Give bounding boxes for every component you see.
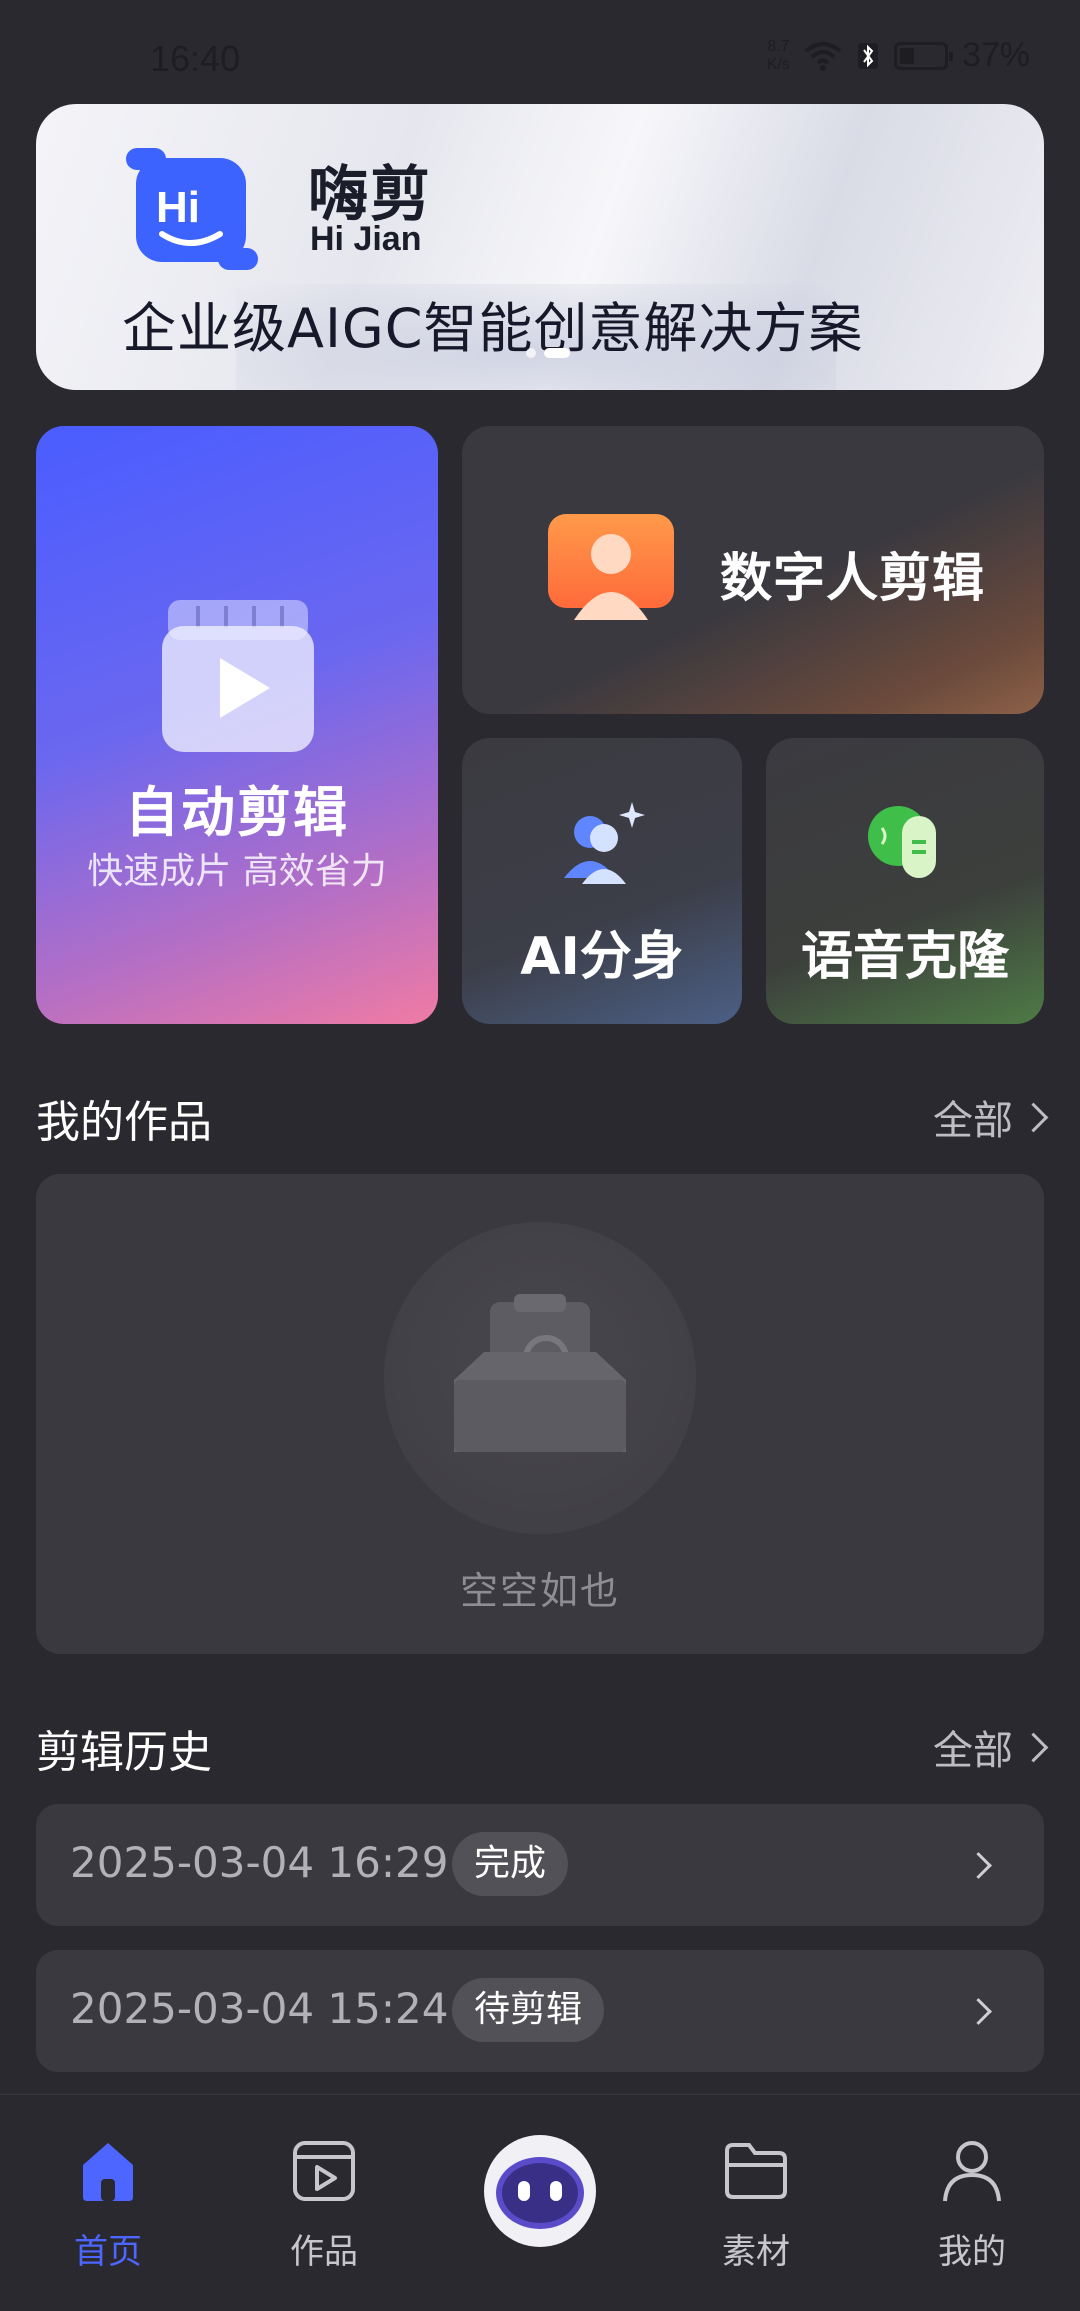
bottom-tab-bar: 首页 作品 素材 我的 [0,2094,1080,2311]
battery-level: 37% [961,36,1030,74]
tab-materials[interactable]: 素材 [686,2135,826,2273]
tab-works-label: 作品 [290,2232,358,2272]
chevron-right-icon [965,1998,992,2025]
net-speed-unit: K/s [766,55,790,73]
chevron-right-icon [1018,1732,1049,1762]
works-view-all-link[interactable]: 全部 [933,1088,1049,1146]
works-empty-panel: 空空如也 [36,1174,1044,1654]
history-section-title: 剪辑历史 [36,1727,212,1778]
status-badge: 完成 [452,1832,569,1896]
tab-works[interactable]: 作品 [254,2135,394,2273]
digital-human-title: 数字人剪辑 [720,549,986,609]
history-view-all-label: 全部 [933,1728,1013,1774]
chevron-right-icon [965,1852,992,1879]
carousel-dot [526,348,536,358]
empty-state-text: 空空如也 [459,1569,620,1613]
status-icons: 8.7 K/s 37% [767,36,1030,75]
net-speed-value: 8.7 [767,37,790,55]
tab-profile[interactable]: 我的 [902,2135,1042,2273]
works-section-title: 我的作品 [36,1097,212,1148]
status-time: 16:40 [150,38,241,79]
promo-banner[interactable]: Hi 嗨剪 Hi Jian 企业级AIGC智能创意解决方案 [36,104,1044,390]
tab-home[interactable]: 首页 [38,2135,178,2273]
logo-english: Hi Jian [310,220,422,258]
empty-illustration [384,1222,696,1534]
digital-human-icon [548,514,674,620]
battery-icon [893,41,953,70]
hijian-logo-icon: Hi [126,148,258,270]
ai-clone-card[interactable]: AI分身 [462,738,742,1024]
history-row[interactable]: 2025-03-04 16:29 完成 [36,1804,1044,1926]
robot-assistant-icon[interactable] [482,2133,598,2249]
voice-clone-card[interactable]: 语音克隆 [766,738,1044,1024]
history-row[interactable]: 2025-03-04 15:24 待剪辑 [36,1950,1044,2072]
empty-inbox-icon [454,1294,626,1452]
voice-clone-title: 语音克隆 [800,927,1009,987]
tab-materials-label: 素材 [722,2232,790,2272]
history-date: 2025-03-04 16:29 [70,1838,449,1887]
carousel-dot-active [544,348,570,358]
carousel-indicator [526,348,570,358]
net-speed: 8.7 K/s [767,38,790,74]
svg-text:Hi: Hi [156,183,200,232]
ai-avatar-icon [564,802,645,884]
status-badge: 待剪辑 [452,1978,605,2042]
status-bar: 16:40 8.7 K/s 37% [0,0,1080,100]
tab-home-label: 首页 [74,2232,142,2272]
banner-slogan: 企业级AIGC智能创意解决方案 [122,297,864,360]
wifi-icon [804,41,842,71]
history-date: 2025-03-04 15:24 [70,1984,449,2033]
bluetooth-icon [857,42,878,69]
auto-edit-card[interactable]: 自动剪辑 快速成片 高效省力 [36,426,438,1024]
chevron-right-icon [1018,1102,1049,1132]
voice-icon [868,806,936,878]
auto-edit-subtitle: 快速成片 高效省力 [87,851,387,892]
user-icon [943,2141,1001,2202]
tab-profile-label: 我的 [938,2232,1006,2272]
auto-edit-title: 自动剪辑 [125,781,349,844]
works-icon [293,2141,355,2201]
folder-icon [725,2143,787,2199]
history-view-all-link[interactable]: 全部 [933,1718,1049,1776]
home-icon [83,2143,133,2201]
digital-human-card[interactable]: 数字人剪辑 [462,426,1044,714]
ai-clone-title: AI分身 [520,927,684,987]
works-view-all-label: 全部 [933,1098,1013,1144]
video-play-icon [162,600,314,752]
